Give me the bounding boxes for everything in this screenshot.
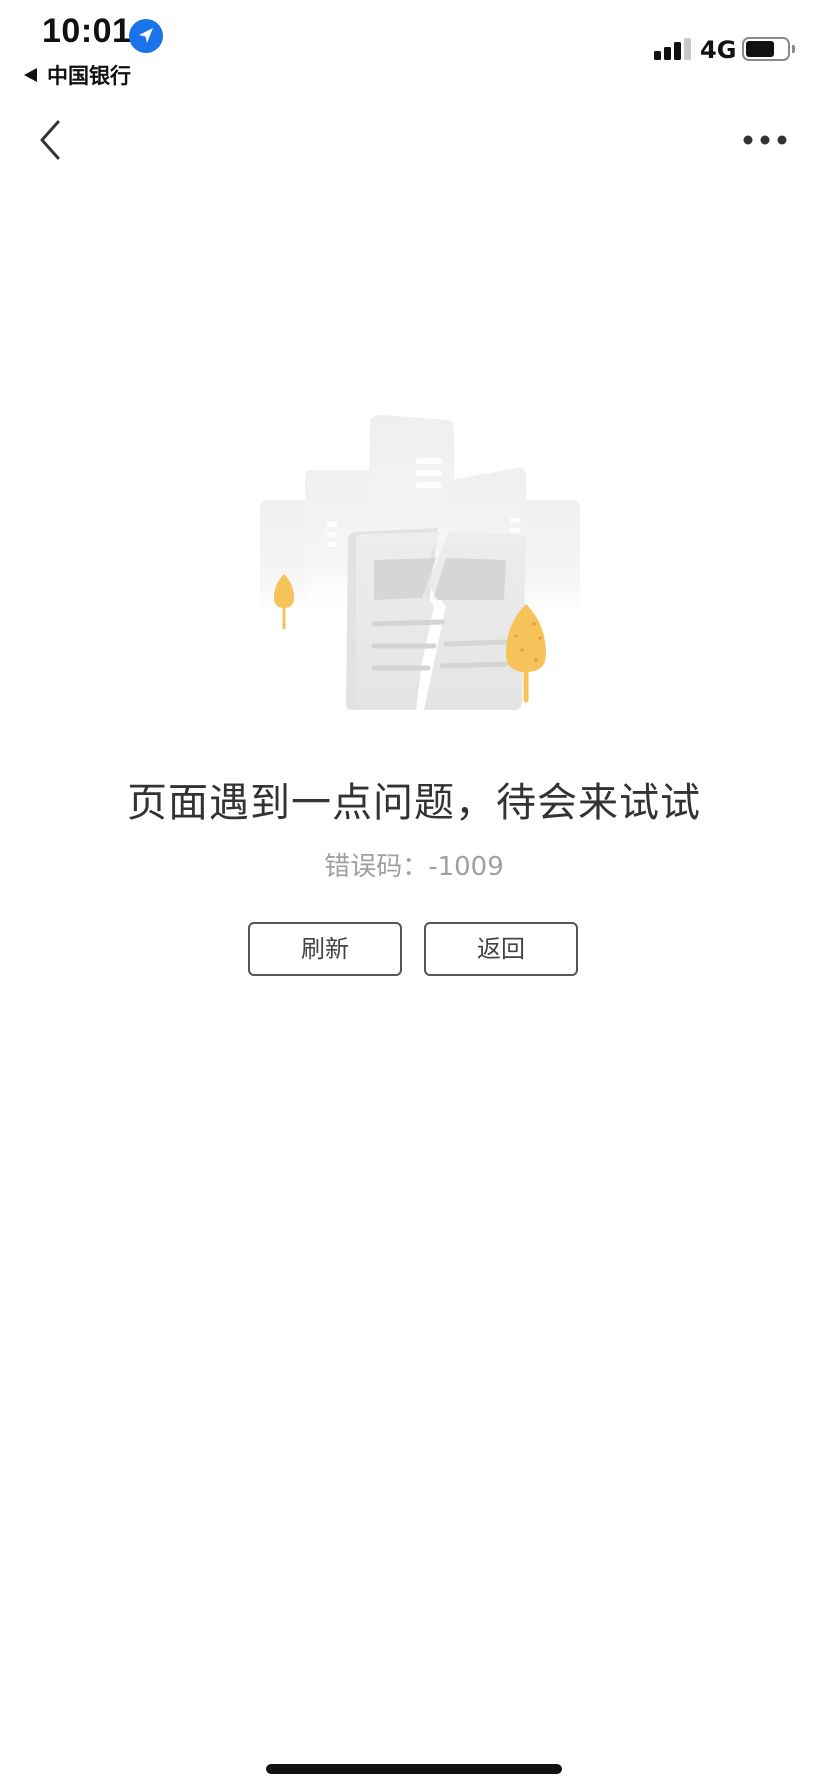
error-code: 错误码：-1009 <box>0 846 828 883</box>
battery-level-fill <box>746 41 774 57</box>
status-time: 10:01 <box>42 12 132 50</box>
home-indicator[interactable] <box>266 1764 562 1774</box>
status-bar: 10:01 中国银行 4G <box>0 0 828 96</box>
back-triangle-icon <box>24 68 37 82</box>
broken-page-illustration <box>250 410 590 720</box>
location-arrow-icon <box>129 19 163 53</box>
more-button[interactable] <box>740 122 790 158</box>
refresh-button[interactable]: 刷新 <box>248 922 402 976</box>
back-to-app-label: 中国银行 <box>47 64 131 88</box>
battery-icon <box>742 37 790 61</box>
error-code-label: 错误码： <box>324 852 429 882</box>
network-type: 4G <box>700 36 737 64</box>
battery-tip <box>792 45 795 53</box>
cellular-signal-icon <box>654 38 692 60</box>
back-to-app-link[interactable]: 中国银行 <box>24 62 131 88</box>
more-horizontal-icon <box>743 135 787 145</box>
chevron-left-icon <box>40 120 60 160</box>
error-title: 页面遇到一点问题，待会来试试 <box>127 780 701 826</box>
back-button[interactable] <box>30 112 74 168</box>
error-code-value: -1009 <box>428 852 504 882</box>
return-button[interactable]: 返回 <box>424 922 578 976</box>
